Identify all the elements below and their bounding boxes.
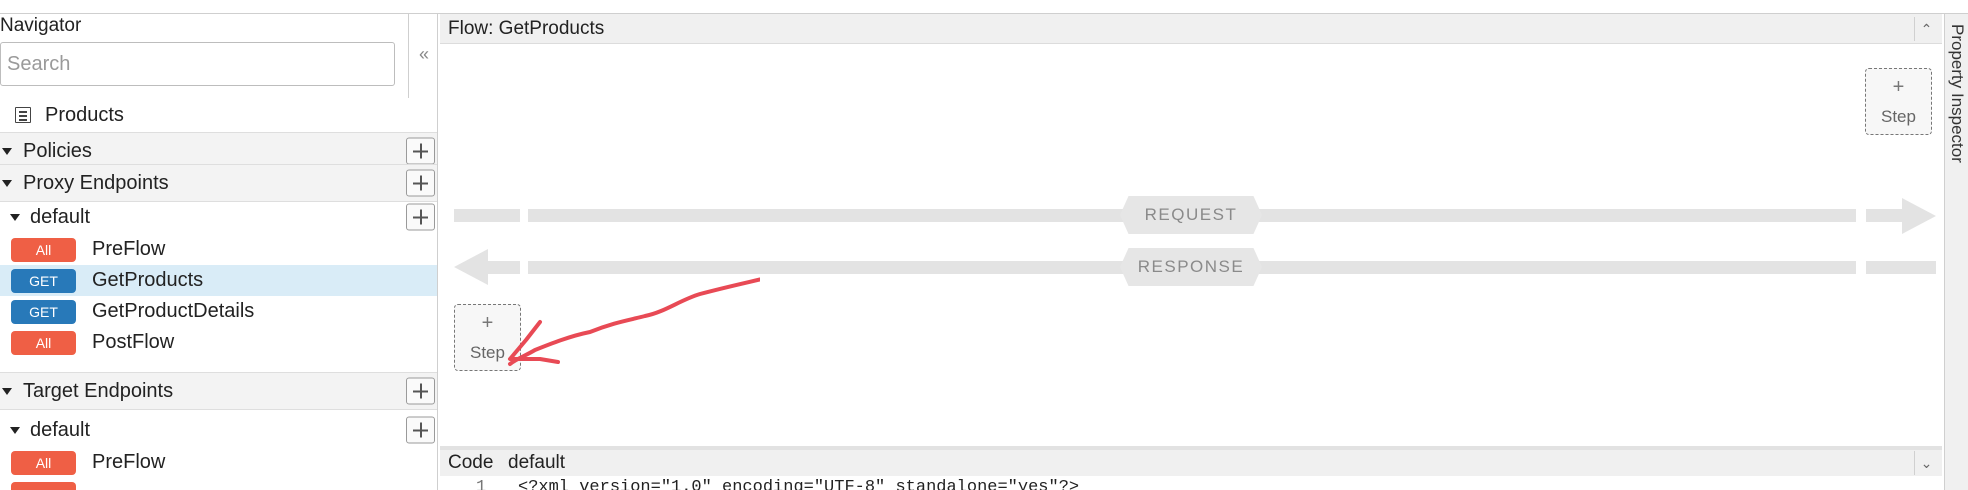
flow-header: Flow: GetProducts ⌃ [440,14,1942,44]
section-proxy-endpoints-label: Proxy Endpoints [23,171,169,194]
code-header: Code default ⌄ [440,450,1942,476]
method-badge: GET [11,268,76,293]
caret-down-icon[interactable] [2,387,12,395]
request-label: REQUEST [1120,196,1262,234]
caret-down-icon[interactable] [2,179,12,187]
add-target-flow-button[interactable] [406,416,435,444]
add-target-endpoint-button[interactable] [406,377,435,405]
flow-title: Flow: GetProducts [448,18,605,39]
products-item[interactable]: Products [0,98,437,132]
navigator-panel: Navigator « Products Policies Proxy Endp… [0,14,438,490]
flow-item-proxy-postflow[interactable]: All PostFlow [0,327,437,358]
navigator-title: Navigator [0,15,82,36]
section-target-endpoints[interactable]: Target Endpoints [0,372,437,410]
request-lane-start [454,209,520,222]
flow-item-getproducts[interactable]: GET GetProducts [0,265,437,296]
method-badge: All [11,330,76,355]
flow-item-target-partial[interactable] [0,478,437,490]
code-editor-line[interactable]: 1 <?xml version="1.0" encoding="UTF-8" s… [440,474,1942,490]
request-lane-end [1866,209,1906,222]
products-label: Products [45,103,124,126]
tab-code[interactable]: Code [448,450,493,476]
flow-item-proxy-preflow[interactable]: All PreFlow [0,234,437,265]
section-proxy-endpoints[interactable]: Proxy Endpoints [0,164,437,202]
section-policies-label: Policies [23,139,92,162]
collapse-up-icon[interactable]: ⌃ [1914,17,1938,41]
flow-name: PostFlow [92,331,175,353]
tab-default[interactable]: default [508,450,565,476]
proxy-default-label: default [30,205,91,228]
list-document-icon [15,107,31,123]
response-lane-end [1866,261,1936,274]
caret-down-icon[interactable] [2,147,12,155]
property-inspector-tab[interactable]: Property Inspector [1944,14,1968,490]
arrow-right-icon [1902,198,1936,234]
search-input[interactable] [0,42,395,86]
plus-icon [413,209,428,225]
plus-icon: + [481,311,494,334]
plus-icon [413,175,428,191]
flow-item-target-preflow[interactable]: All PreFlow [0,447,437,478]
step-label: Step [470,342,505,362]
add-policy-button[interactable] [406,137,435,165]
plus-icon [413,143,428,159]
target-default-item[interactable]: default [0,413,437,447]
line-number: 1 [476,478,487,490]
collapse-left-icon[interactable]: « [409,44,437,65]
plus-icon [413,383,428,399]
flow-panel: Flow: GetProducts ⌃ + Step REQUEST RESPO… [440,14,1942,444]
arrow-left-icon [454,249,488,285]
method-badge [11,481,76,490]
navigator-collapse-column: « [408,14,437,98]
top-border [0,0,1968,14]
add-proxy-endpoint-button[interactable] [406,169,435,197]
caret-down-icon[interactable] [10,213,20,221]
add-request-step-button[interactable]: + Step [1865,68,1932,135]
flow-name: GetProductDetails [92,300,255,322]
add-proxy-flow-button[interactable] [406,203,435,231]
response-label: RESPONSE [1120,248,1262,286]
flow-name: PreFlow [92,451,166,473]
flow-name: PreFlow [92,238,166,260]
caret-down-icon[interactable] [10,426,20,434]
flow-item-getproductdetails[interactable]: GET GetProductDetails [0,296,437,327]
code-panel: Code default ⌄ 1 <?xml version="1.0" enc… [440,446,1942,490]
section-target-endpoints-label: Target Endpoints [23,379,174,402]
plus-icon: + [1892,75,1905,98]
step-label: Step [1881,106,1916,126]
flow-name: GetProducts [92,269,204,291]
response-lane-start [484,261,520,274]
target-default-label: default [30,418,91,441]
method-badge: All [11,450,76,475]
add-response-step-button[interactable]: + Step [454,304,521,371]
plus-icon [413,422,428,438]
method-badge: GET [11,299,76,324]
method-badge: All [11,237,76,262]
code-text: <?xml version="1.0" encoding="UTF-8" sta… [518,478,1080,490]
property-inspector-label: Property Inspector [1948,24,1967,163]
proxy-default-item[interactable]: default [0,200,437,234]
collapse-down-icon[interactable]: ⌄ [1914,451,1938,475]
